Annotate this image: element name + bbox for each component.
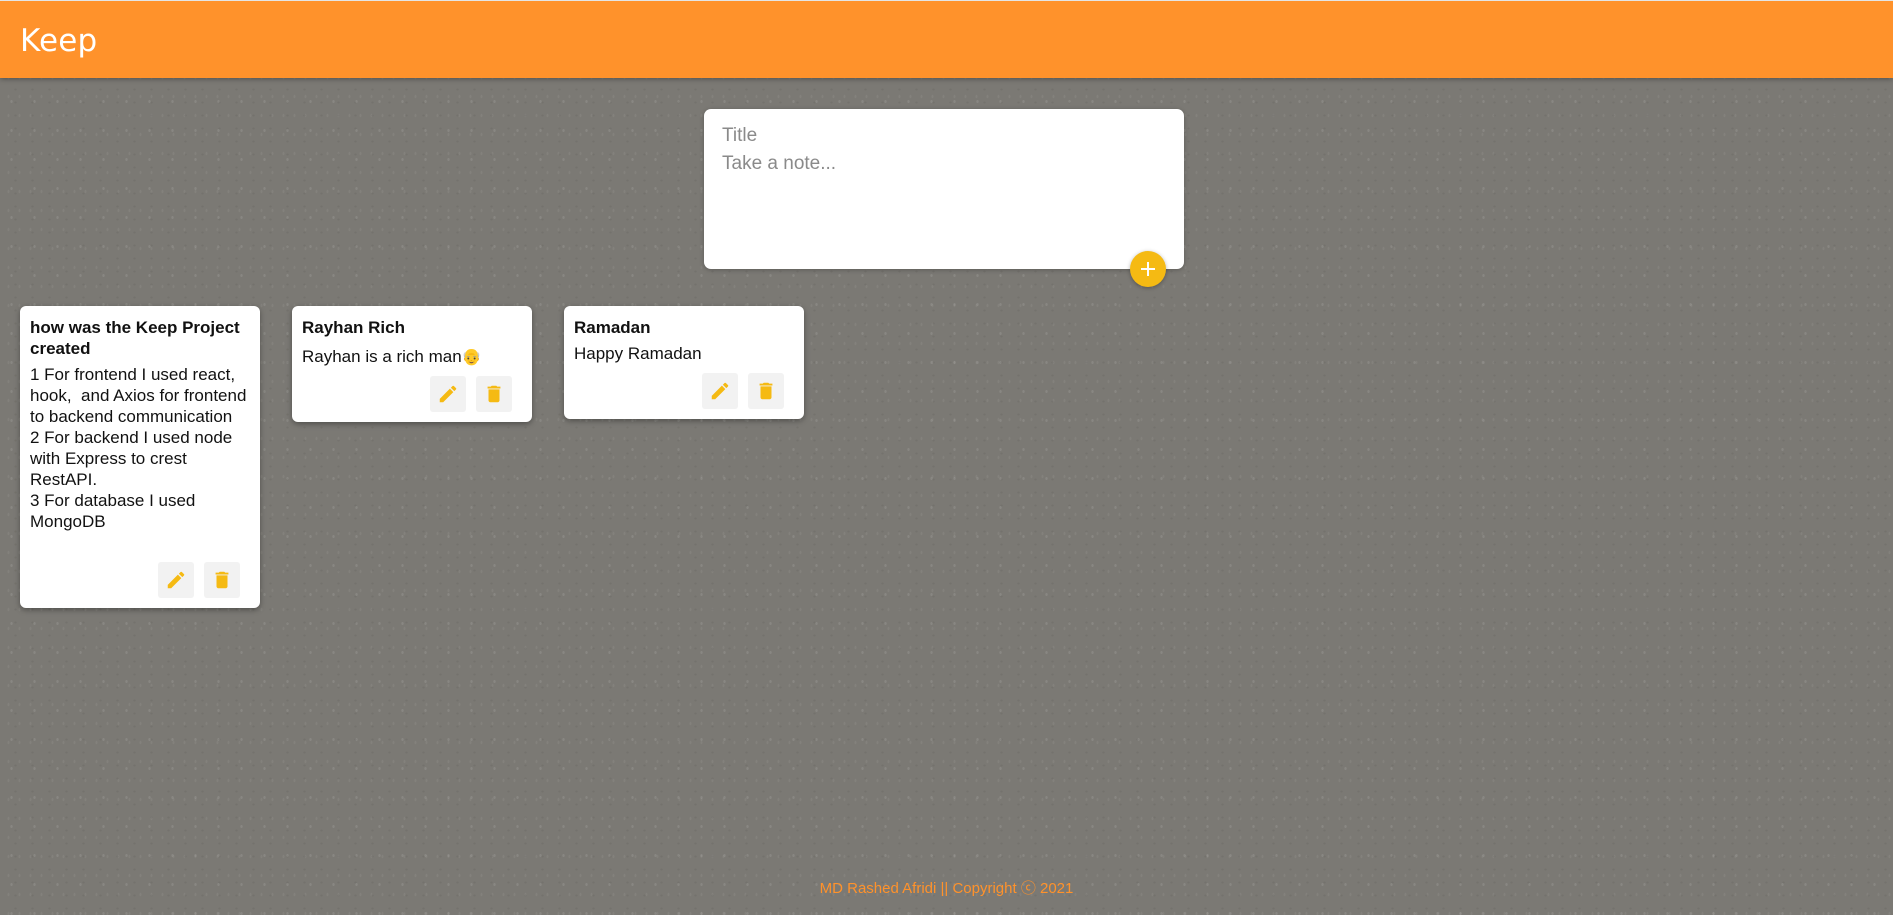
note-content-text: Rayhan is a rich man xyxy=(302,347,462,366)
pencil-icon xyxy=(711,382,729,400)
pencil-icon xyxy=(167,571,185,589)
edit-note-button[interactable] xyxy=(430,376,466,412)
note-card: Rayhan Rich Rayhan is a rich man👴 xyxy=(292,306,532,422)
page-footer: MD Rashed Afridi || Copyright ⓒ 2021 xyxy=(0,880,1893,898)
old-man-emoji: 👴 xyxy=(461,349,482,366)
note-actions xyxy=(702,373,784,409)
create-note-form xyxy=(704,109,1184,269)
title-input[interactable] xyxy=(722,123,1162,149)
note-card: how was the Keep Project created 1 For f… xyxy=(20,306,260,608)
edit-note-button[interactable] xyxy=(702,373,738,409)
add-note-button[interactable] xyxy=(1130,251,1166,287)
note-content: Rayhan is a rich man👴 xyxy=(302,346,522,368)
delete-note-button[interactable] xyxy=(748,373,784,409)
app-header: Keep xyxy=(0,0,1893,78)
note-title: Rayhan Rich xyxy=(302,318,405,337)
trash-icon xyxy=(215,571,229,589)
pencil-icon xyxy=(439,385,457,403)
note-title: Ramadan xyxy=(574,318,651,337)
note-actions xyxy=(430,376,512,412)
note-content: 1 For frontend I used react, hook, and A… xyxy=(30,365,247,531)
note-card: Ramadan Happy Ramadan xyxy=(564,306,804,419)
plus-icon xyxy=(1141,262,1155,276)
note-actions xyxy=(158,562,240,598)
note-content: Happy Ramadan xyxy=(574,344,702,363)
edit-note-button[interactable] xyxy=(158,562,194,598)
note-title: how was the Keep Project created xyxy=(30,318,240,358)
copyright-text: MD Rashed Afridi || Copyright ⓒ 2021 xyxy=(819,880,1074,897)
delete-note-button[interactable] xyxy=(204,562,240,598)
trash-icon xyxy=(487,385,501,403)
trash-icon xyxy=(759,382,773,400)
app-logo: Keep xyxy=(20,23,98,59)
note-input[interactable] xyxy=(722,153,1162,253)
delete-note-button[interactable] xyxy=(476,376,512,412)
